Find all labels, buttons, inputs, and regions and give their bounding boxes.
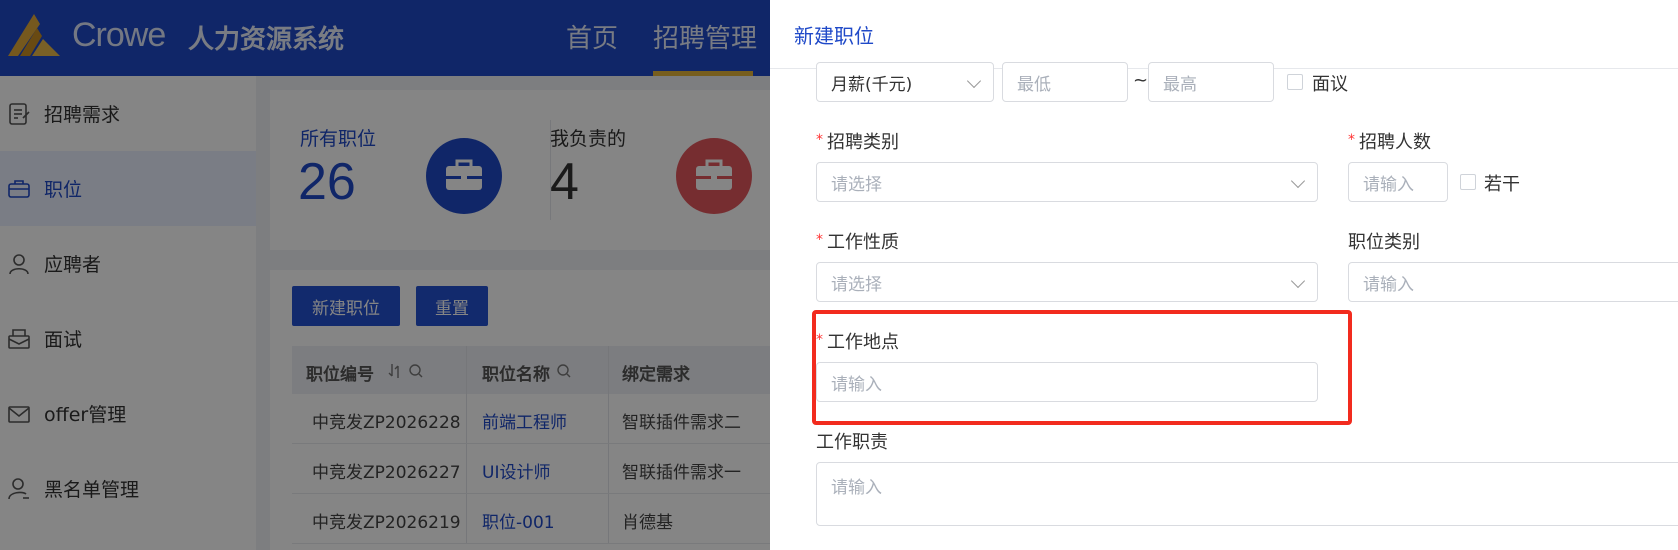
headcount-input[interactable]: 请输入 bbox=[1348, 162, 1448, 202]
job-category-label: 职位类别 bbox=[1348, 232, 1420, 253]
salary-min-input[interactable]: 最低 bbox=[1002, 62, 1128, 102]
work-location-highlight-box bbox=[812, 310, 1352, 425]
chevron-down-icon bbox=[1290, 173, 1306, 189]
required-mark: * bbox=[816, 232, 823, 248]
job-category-input[interactable]: 请输入 bbox=[1348, 262, 1678, 302]
recruit-type-label: * 招聘类别 bbox=[816, 128, 899, 154]
recruit-type-select[interactable]: 请选择 bbox=[816, 162, 1318, 202]
headcount-label: * 招聘人数 bbox=[1348, 128, 1431, 154]
salary-negotiable-checkbox[interactable] bbox=[1287, 74, 1303, 90]
duties-placeholder: 请输入 bbox=[831, 478, 882, 498]
job-nature-label-text: 工作性质 bbox=[827, 232, 899, 253]
salary-negotiable-label: 面议 bbox=[1312, 74, 1348, 95]
salary-max-placeholder: 最高 bbox=[1163, 74, 1197, 95]
headcount-placeholder: 请输入 bbox=[1363, 174, 1414, 195]
create-position-drawer: 新建职位 月薪(千元) 最低 ~ 最高 面议 * 招聘类别 请选择 * 招聘人数 请… bbox=[770, 0, 1678, 550]
headcount-several-label: 若干 bbox=[1484, 174, 1520, 195]
job-nature-placeholder: 请选择 bbox=[831, 274, 882, 295]
recruit-type-label-text: 招聘类别 bbox=[827, 132, 899, 153]
modal-overlay[interactable] bbox=[0, 0, 770, 550]
chevron-down-icon bbox=[1290, 273, 1306, 289]
salary-unit-select[interactable]: 月薪(千元) bbox=[816, 62, 994, 102]
chevron-down-icon bbox=[966, 73, 982, 89]
salary-range-separator: ~ bbox=[1133, 70, 1149, 91]
required-mark: * bbox=[816, 132, 823, 148]
drawer-title: 新建职位 bbox=[794, 24, 874, 48]
recruit-type-placeholder: 请选择 bbox=[831, 174, 882, 195]
salary-min-placeholder: 最低 bbox=[1017, 74, 1051, 95]
job-category-placeholder: 请输入 bbox=[1363, 274, 1414, 295]
job-nature-label: * 工作性质 bbox=[816, 228, 899, 254]
required-mark: * bbox=[1348, 132, 1355, 148]
duties-textarea[interactable]: 请输入 bbox=[816, 462, 1678, 526]
salary-unit-value: 月薪(千元) bbox=[831, 74, 913, 95]
headcount-several-checkbox[interactable] bbox=[1460, 174, 1476, 190]
salary-max-input[interactable]: 最高 bbox=[1148, 62, 1274, 102]
job-nature-select[interactable]: 请选择 bbox=[816, 262, 1318, 302]
headcount-label-text: 招聘人数 bbox=[1359, 132, 1431, 153]
duties-label: 工作职责 bbox=[816, 432, 888, 453]
